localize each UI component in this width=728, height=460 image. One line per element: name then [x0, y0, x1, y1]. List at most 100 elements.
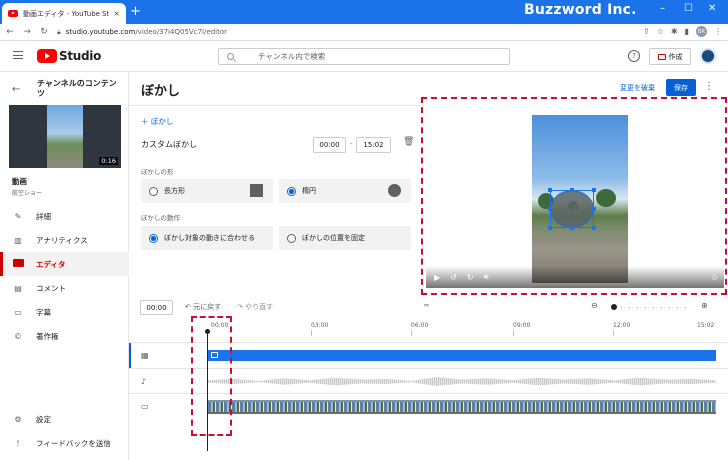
extensions-icon[interactable]: ✱: [671, 27, 678, 36]
undo-button[interactable]: ↶ 元に戻す: [185, 302, 221, 312]
sidebar-item-comments[interactable]: ▤ コメント: [0, 276, 129, 300]
sidebar-item-details[interactable]: ✎ 詳細: [0, 204, 129, 228]
url-field[interactable]: 🔒︎ studio.youtube.com/video/37i4Q05Vc7I/…: [57, 26, 577, 39]
motion-fixed-radio[interactable]: [287, 233, 296, 243]
zoom-out-icon[interactable]: ⊖: [591, 301, 598, 310]
player-settings-icon[interactable]: ⚙: [711, 273, 718, 282]
pencil-icon: ✎: [14, 211, 22, 221]
ruler-tick: [613, 330, 614, 336]
redo-button[interactable]: ↷ やり直す: [237, 302, 273, 312]
sidebar-item-editor[interactable]: エディタ: [0, 252, 129, 276]
add-blur-label: ぼかし: [150, 117, 174, 126]
new-tab-button[interactable]: +: [130, 5, 141, 18]
resize-handle[interactable]: [570, 226, 574, 230]
video-track: ▭: [129, 393, 728, 418]
blur-clip[interactable]: [208, 350, 716, 361]
video-camera-icon: [657, 53, 666, 60]
rectangle-shape-icon: [250, 184, 263, 197]
save-button[interactable]: 保存: [666, 79, 696, 96]
help-icon[interactable]: ?: [628, 50, 640, 62]
custom-blur-label: カスタムぼかし: [141, 140, 197, 149]
browser-tabstrip: 動画エディタ - YouTube Studio × + Buzzword Inc…: [0, 0, 728, 24]
resize-handle[interactable]: [570, 188, 574, 192]
back-icon[interactable]: ←: [3, 27, 17, 37]
browser-menu-icon[interactable]: ⋮: [714, 27, 722, 36]
comment-icon: ▤: [14, 283, 22, 293]
studio-logo[interactable]: Studio: [37, 49, 101, 63]
browser-tab[interactable]: 動画エディタ - YouTube Studio ×: [2, 3, 126, 24]
sidebar-item-copyright[interactable]: © 著作権: [0, 324, 129, 348]
timeline-ruler: 00:00 03:00 06:00 09:00 12:00 15:02: [129, 322, 728, 338]
motion-follow-radio[interactable]: [149, 233, 158, 243]
audio-track: ♪: [129, 368, 728, 393]
zoom-in-icon[interactable]: ⊕: [701, 301, 708, 310]
youtube-favicon-icon: [8, 10, 18, 17]
share-icon[interactable]: ⇪: [643, 27, 650, 36]
motion-follow-option[interactable]: ぼかし対象の動きに合わせる: [141, 226, 273, 250]
zoom-slider-knob[interactable]: [611, 304, 617, 310]
add-blur-button[interactable]: ＋ ぼかし: [141, 116, 173, 127]
shape-rectangle-radio[interactable]: [149, 186, 158, 196]
ellipse-shape-icon: [388, 184, 401, 197]
address-bar: ← → ↻ 🔒︎ studio.youtube.com/video/37i4Q0…: [0, 24, 728, 41]
play-icon[interactable]: ▶: [434, 273, 440, 282]
tab-close-icon[interactable]: ×: [113, 9, 120, 18]
profile-avatar[interactable]: BR: [696, 26, 707, 37]
thumbnail-duration: 0:16: [99, 157, 118, 165]
sidebar-item-label: コメント: [36, 283, 66, 293]
audio-waveform[interactable]: [208, 376, 716, 387]
sidepanel-icon[interactable]: ▮: [685, 27, 689, 36]
shape-ellipse-option[interactable]: 楕円: [279, 179, 411, 203]
rewind-icon[interactable]: ↺: [450, 273, 457, 282]
timeline-playhead[interactable]: [205, 329, 210, 451]
more-options-icon[interactable]: ⋮: [704, 81, 714, 92]
sidebar-item-feedback[interactable]: ! フィードバックを送信: [0, 431, 129, 455]
studio-logo-text: Studio: [59, 49, 102, 63]
resize-handle[interactable]: [548, 226, 552, 230]
star-icon[interactable]: ☆: [657, 27, 664, 36]
motion-fixed-option[interactable]: ぼかしの位置を固定: [279, 226, 411, 250]
volume-icon[interactable]: 🔊︎: [484, 272, 489, 282]
feedback-icon: !: [16, 438, 20, 448]
shape-rectangle-option[interactable]: 長方形: [141, 179, 273, 203]
resize-handle[interactable]: [548, 207, 552, 211]
panel-resize-grip-icon[interactable]: ═: [424, 301, 434, 310]
reload-icon[interactable]: ↻: [37, 27, 51, 37]
blur-start-time-input[interactable]: 00:00: [313, 137, 346, 153]
delete-blur-icon[interactable]: 🗑︎: [403, 137, 414, 147]
sidebar-item-subtitles[interactable]: ▭ 字幕: [0, 300, 129, 324]
shape-ellipse-label: 楕円: [302, 187, 316, 195]
thumbnail-image: [47, 105, 83, 168]
back-arrow-icon[interactable]: ←: [12, 84, 20, 95]
blur-selection-box[interactable]: [550, 190, 594, 228]
maximize-button[interactable]: ☐: [684, 3, 693, 14]
resize-handle[interactable]: [592, 226, 596, 230]
sidebar-item-label: 設定: [36, 414, 51, 424]
timeline-current-time-input[interactable]: 00:00: [140, 300, 173, 315]
account-avatar[interactable]: [700, 48, 716, 64]
blur-end-time-input[interactable]: 15:02: [356, 137, 391, 153]
resize-handle[interactable]: [592, 188, 596, 192]
video-filmstrip[interactable]: [208, 400, 716, 414]
resize-handle[interactable]: [548, 188, 552, 192]
sidebar-item-settings[interactable]: ⚙ 設定: [0, 407, 129, 431]
minimize-button[interactable]: –: [660, 3, 665, 14]
zoom-slider-track[interactable]: [613, 307, 693, 308]
sidebar-item-label: フィードバックを送信: [36, 438, 111, 448]
video-player[interactable]: ▶ ↺ ↻ 🔊︎ ⚙: [426, 100, 724, 288]
video-thumbnail[interactable]: 0:16: [9, 105, 121, 168]
ruler-tick-label: 15:02: [697, 322, 715, 329]
shape-rectangle-label: 長方形: [164, 187, 185, 195]
forward-icon[interactable]: →: [20, 27, 34, 37]
discard-changes-button[interactable]: 変更を破棄: [620, 83, 655, 93]
close-window-button[interactable]: ✕: [708, 3, 716, 14]
resize-handle[interactable]: [592, 207, 596, 211]
search-input[interactable]: チャンネル内で検索: [218, 48, 510, 65]
forward-icon[interactable]: ↻: [467, 273, 474, 282]
youtube-logo-icon: [37, 49, 57, 63]
shape-ellipse-radio[interactable]: [287, 186, 296, 196]
sidebar-item-analytics[interactable]: ▥ アナリティクス: [0, 228, 129, 252]
create-button[interactable]: 作成: [649, 48, 691, 65]
create-label: 作成: [668, 52, 683, 61]
menu-icon[interactable]: [13, 51, 23, 62]
